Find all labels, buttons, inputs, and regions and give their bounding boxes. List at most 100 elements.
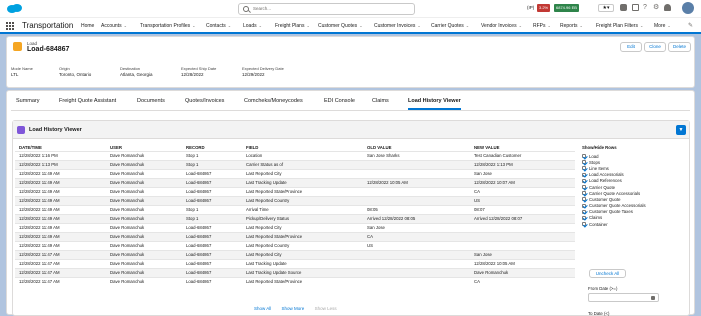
cell-user: Dave Romanchuk bbox=[106, 250, 182, 260]
cell-field: Location bbox=[242, 151, 363, 161]
tab-comcheks-moneycodes[interactable]: Comcheks/Moneycodes bbox=[244, 98, 303, 104]
viewer-title: Load History Viewer bbox=[29, 127, 82, 133]
table-row: 12/28/2022 11:49 AM Dave Romanchuk Load-68… bbox=[15, 169, 575, 179]
checkbox-checked-icon[interactable] bbox=[582, 209, 586, 214]
field-label-origin: Origin bbox=[59, 66, 70, 71]
checkbox-label: Customer Quote bbox=[589, 196, 621, 202]
nav-item-freight-plan-filters[interactable]: Freight Plan Filters ⌄ bbox=[596, 18, 643, 34]
cell-field: Pickup/Delivery Status bbox=[242, 214, 363, 224]
global-search-input[interactable]: Search... bbox=[238, 3, 415, 15]
nav-item-home[interactable]: Home bbox=[81, 18, 94, 34]
nav-item-customer-invoices[interactable]: Customer Invoices ⌄ bbox=[374, 18, 421, 34]
nav-item-contacts[interactable]: Contacts ⌄ bbox=[206, 18, 231, 34]
chevron-down-icon: ⌄ bbox=[465, 23, 470, 28]
avatar[interactable] bbox=[682, 2, 694, 14]
checkbox-checked-icon[interactable] bbox=[582, 197, 586, 202]
cell-field: Last Reported State/Province bbox=[242, 232, 363, 242]
tab-freight-quote-assistant[interactable]: Freight Quote Assistant bbox=[59, 98, 116, 104]
table-row: 12/28/2022 11:49 AM Dave Romanchuk Stop 1P… bbox=[15, 214, 575, 224]
tab-claims[interactable]: Claims bbox=[372, 98, 389, 104]
app-name: Transportation bbox=[22, 21, 74, 30]
cell-new-value: Arrived 12/28/2022 08:07 bbox=[470, 214, 575, 224]
tab-summary[interactable]: Summary bbox=[16, 98, 40, 104]
cell-record: Load-684867 bbox=[182, 277, 242, 286]
show-hide-panel: Show/Hide Rows Load Stops Line Items Load A… bbox=[582, 145, 689, 316]
guidance-icon[interactable] bbox=[632, 4, 639, 11]
checkbox-label: Customer Quote Taxes bbox=[589, 209, 633, 215]
nav-item-vendor-invoices[interactable]: Vendor Invoices ⌄ bbox=[481, 18, 522, 34]
show-all-link[interactable]: Show All bbox=[254, 306, 271, 311]
checkbox-checked-icon[interactable] bbox=[582, 160, 586, 165]
checkbox-checked-icon[interactable] bbox=[582, 178, 586, 183]
load-history-viewer: Load History Viewer ▼ DATE/TIME USER REC… bbox=[12, 120, 690, 316]
checkbox-checked-icon[interactable] bbox=[582, 203, 586, 208]
cell-record: Load-684867 bbox=[182, 196, 242, 206]
history-table: DATE/TIME USER RECORD FIELD OLD VALUE NE… bbox=[15, 145, 575, 286]
checkbox-checked-icon[interactable] bbox=[582, 222, 586, 227]
global-header: Search... (IP) 3.2% 6874.96 EB ★▾ ? ⚙ bbox=[0, 0, 701, 17]
from-date-input[interactable] bbox=[588, 293, 659, 302]
nav-item-freight-plans[interactable]: Freight Plans ⌄ bbox=[275, 18, 310, 34]
gear-icon[interactable]: ⚙ bbox=[653, 4, 659, 12]
uncheck-all-button[interactable]: Uncheck All bbox=[589, 269, 626, 278]
row-type-checkbox[interactable]: Container bbox=[582, 221, 689, 227]
cell-date-time: 12/28/2022 11:49 AM bbox=[15, 205, 106, 215]
cell-user: Dave Romanchuk bbox=[106, 187, 182, 197]
field-label-expected-delivery-date: Expected Delivery Date bbox=[242, 66, 284, 71]
tab-edi-console[interactable]: EDI Console bbox=[324, 98, 355, 104]
user-label: (IP) bbox=[527, 5, 535, 10]
cell-field: Last Reported Country bbox=[242, 241, 363, 251]
checkbox-label: Load bbox=[589, 153, 599, 159]
history-icon bbox=[17, 126, 25, 134]
cell-field: Last Reported City bbox=[242, 223, 363, 233]
table-row: 12/28/2022 11:47 AM Dave Romanchuk Load-68… bbox=[15, 259, 575, 269]
nav-item-accounts[interactable]: Accounts ⌄ bbox=[101, 18, 127, 34]
salesforce-cloud-icon[interactable] bbox=[6, 3, 23, 14]
checkbox-checked-icon[interactable] bbox=[582, 154, 586, 159]
cell-new-value: US bbox=[470, 196, 575, 206]
app-launcher-icon[interactable] bbox=[6, 22, 14, 30]
table-row: 12/28/2022 11:49 AM Dave Romanchuk Load-68… bbox=[15, 178, 575, 188]
tab-load-history-viewer[interactable]: Load History Viewer bbox=[408, 98, 461, 110]
favorites-icon[interactable]: ★▾ bbox=[598, 4, 614, 12]
chevron-down-icon: ⌄ bbox=[417, 23, 421, 28]
checkbox-checked-icon[interactable] bbox=[582, 166, 586, 171]
tab-documents[interactable]: Documents bbox=[137, 98, 165, 104]
table-row: 12/28/2022 11:49 AM Dave Romanchuk Load-68… bbox=[15, 232, 575, 242]
checkbox-checked-icon[interactable] bbox=[582, 185, 586, 190]
cell-old-value: Arrived 12/28/2022 08:05 bbox=[363, 214, 470, 224]
status-badge-green: 6874.96 EB bbox=[554, 4, 579, 12]
cell-field: Carrier Status as of bbox=[242, 160, 363, 170]
chevron-down-icon[interactable]: ▼ bbox=[676, 125, 686, 135]
nav-item-customer-quotes[interactable]: Customer Quotes ⌄ bbox=[318, 18, 363, 34]
cell-new-value: CA bbox=[470, 187, 575, 197]
status-badge-red: 3.2% bbox=[537, 4, 551, 12]
cell-user: Dave Romanchuk bbox=[106, 268, 182, 278]
table-row: 12/28/2022 11:49 AM Dave Romanchuk Load-68… bbox=[15, 196, 575, 206]
nav-item-rfps[interactable]: RFPs ⌄ bbox=[533, 18, 551, 34]
nav-item-more[interactable]: More ⌄ bbox=[654, 18, 671, 34]
checkbox-checked-icon[interactable] bbox=[582, 215, 586, 220]
cell-date-time: 12/28/2022 11:49 AM bbox=[15, 214, 106, 224]
cell-old-value bbox=[363, 187, 470, 197]
nav-item-transportation-profiles[interactable]: Transportation Profiles ⌄ bbox=[140, 18, 195, 34]
nav-item-carrier-quotes[interactable]: Carrier Quotes ⌄ bbox=[431, 18, 469, 34]
checkbox-checked-icon[interactable] bbox=[582, 191, 586, 196]
show-more-link[interactable]: Show More bbox=[282, 306, 305, 311]
tab-quotes-invoices[interactable]: Quotes/Invoices bbox=[185, 98, 224, 104]
cell-date-time: 12/28/2022 11:47 AM bbox=[15, 277, 106, 286]
cell-old-value bbox=[363, 196, 470, 206]
clone-button[interactable]: Clone bbox=[644, 42, 666, 52]
calendar-icon bbox=[651, 296, 655, 300]
edit-button[interactable]: Edit bbox=[620, 42, 642, 52]
help-icon[interactable]: ? bbox=[643, 4, 647, 12]
notifications-icon[interactable] bbox=[664, 4, 671, 11]
nav-item-loads[interactable]: Loads ⌄ bbox=[241, 18, 264, 34]
edit-nav-icon[interactable]: ✎ bbox=[688, 18, 693, 34]
add-icon[interactable] bbox=[620, 4, 627, 11]
delete-button[interactable]: Delete bbox=[668, 42, 691, 52]
cell-record: Load-684867 bbox=[182, 259, 242, 269]
checkbox-checked-icon[interactable] bbox=[582, 172, 586, 177]
cell-old-value: CA bbox=[363, 232, 470, 242]
nav-item-reports[interactable]: Reports ⌄ bbox=[560, 18, 583, 34]
